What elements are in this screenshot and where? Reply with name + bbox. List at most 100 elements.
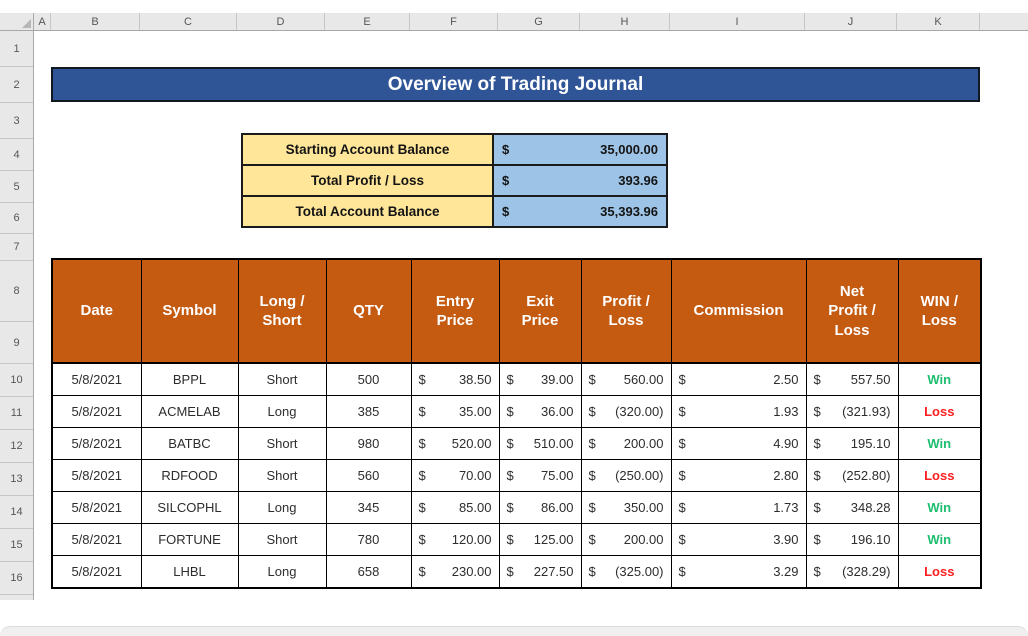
row-header-7[interactable]: 7 [0, 234, 33, 261]
cell-symbol[interactable]: BATBC [141, 428, 238, 460]
row-header-3[interactable]: 3 [0, 103, 33, 139]
row-header-16[interactable]: 16 [0, 562, 33, 595]
summary-label-cell[interactable]: Total Profit / Loss [243, 166, 494, 195]
cell-qty[interactable]: 500 [326, 363, 411, 396]
cell-profit-loss[interactable]: $200.00 [581, 524, 671, 556]
cell-result[interactable]: Win [898, 428, 981, 460]
cell-result[interactable]: Loss [898, 396, 981, 428]
cell-entry-price[interactable]: $230.00 [411, 556, 499, 589]
cell-exit-price[interactable]: $227.50 [499, 556, 581, 589]
cell-commission[interactable]: $3.90 [671, 524, 806, 556]
cell-commission[interactable]: $1.73 [671, 492, 806, 524]
cell-qty[interactable]: 980 [326, 428, 411, 460]
cell-net-profit-loss[interactable]: $557.50 [806, 363, 898, 396]
cell-profit-loss[interactable]: $350.00 [581, 492, 671, 524]
row-header-6[interactable]: 6 [0, 203, 33, 234]
cell-result[interactable]: Win [898, 492, 981, 524]
trades-header-cell[interactable]: Commission [671, 259, 806, 363]
cell-symbol[interactable]: SILCOPHL [141, 492, 238, 524]
cell-position[interactable]: Short [238, 428, 326, 460]
cell-commission[interactable]: $3.29 [671, 556, 806, 589]
summary-value-cell[interactable]: $35,000.00 [494, 135, 666, 164]
cell-position[interactable]: Long [238, 492, 326, 524]
cell-position[interactable]: Short [238, 460, 326, 492]
cell-commission[interactable]: $4.90 [671, 428, 806, 460]
row-header-2[interactable]: 2 [0, 67, 33, 103]
cell-net-profit-loss[interactable]: $(252.80) [806, 460, 898, 492]
cell-position[interactable]: Long [238, 556, 326, 589]
cell-net-profit-loss[interactable]: $196.10 [806, 524, 898, 556]
trades-header-cell[interactable]: Entry Price [411, 259, 499, 363]
trades-header-cell[interactable]: Exit Price [499, 259, 581, 363]
cell-date[interactable]: 5/8/2021 [52, 524, 141, 556]
cell-profit-loss[interactable]: $(320.00) [581, 396, 671, 428]
cell-exit-price[interactable]: $510.00 [499, 428, 581, 460]
row-header-13[interactable]: 13 [0, 463, 33, 496]
cell-exit-price[interactable]: $125.00 [499, 524, 581, 556]
cell-symbol[interactable]: BPPL [141, 363, 238, 396]
summary-label-cell[interactable]: Starting Account Balance [243, 135, 494, 164]
row-header-15[interactable]: 15 [0, 529, 33, 562]
cell-qty[interactable]: 385 [326, 396, 411, 428]
cell-entry-price[interactable]: $35.00 [411, 396, 499, 428]
cell-net-profit-loss[interactable]: $(321.93) [806, 396, 898, 428]
row-header-10[interactable]: 10 [0, 364, 33, 397]
cell-entry-price[interactable]: $85.00 [411, 492, 499, 524]
cell-exit-price[interactable]: $36.00 [499, 396, 581, 428]
cell-entry-price[interactable]: $520.00 [411, 428, 499, 460]
cell-entry-price[interactable]: $120.00 [411, 524, 499, 556]
cell-result[interactable]: Win [898, 524, 981, 556]
cell-symbol[interactable]: ACMELAB [141, 396, 238, 428]
cell-profit-loss[interactable]: $200.00 [581, 428, 671, 460]
title-banner[interactable]: Overview of Trading Journal [51, 67, 980, 102]
column-header-c[interactable]: C [140, 13, 237, 30]
cell-date[interactable]: 5/8/2021 [52, 556, 141, 589]
cell-qty[interactable]: 658 [326, 556, 411, 589]
trades-header-cell[interactable]: Date [52, 259, 141, 363]
trades-header-cell[interactable]: WIN / Loss [898, 259, 981, 363]
trades-header-cell[interactable]: Long / Short [238, 259, 326, 363]
row-header-9[interactable]: 9 [0, 322, 33, 364]
cell-date[interactable]: 5/8/2021 [52, 460, 141, 492]
trades-header-cell[interactable]: Symbol [141, 259, 238, 363]
trades-header-cell[interactable]: Profit / Loss [581, 259, 671, 363]
cell-date[interactable]: 5/8/2021 [52, 363, 141, 396]
column-header-b[interactable]: B [51, 13, 140, 30]
cell-profit-loss[interactable]: $(325.00) [581, 556, 671, 589]
cell-result[interactable]: Win [898, 363, 981, 396]
row-header-5[interactable]: 5 [0, 171, 33, 203]
column-header-j[interactable]: J [805, 13, 897, 30]
column-header-g[interactable]: G [498, 13, 580, 30]
cell-profit-loss[interactable]: $560.00 [581, 363, 671, 396]
cell-net-profit-loss[interactable]: $(328.29) [806, 556, 898, 589]
cell-profit-loss[interactable]: $(250.00) [581, 460, 671, 492]
summary-value-cell[interactable]: $35,393.96 [494, 197, 666, 226]
column-header-f[interactable]: F [410, 13, 498, 30]
cell-commission[interactable]: $2.50 [671, 363, 806, 396]
cell-qty[interactable]: 780 [326, 524, 411, 556]
cell-exit-price[interactable]: $75.00 [499, 460, 581, 492]
cell-result[interactable]: Loss [898, 460, 981, 492]
summary-label-cell[interactable]: Total Account Balance [243, 197, 494, 226]
cell-date[interactable]: 5/8/2021 [52, 428, 141, 460]
cell-date[interactable]: 5/8/2021 [52, 492, 141, 524]
row-header-4[interactable]: 4 [0, 139, 33, 171]
cell-exit-price[interactable]: $39.00 [499, 363, 581, 396]
cell-commission[interactable]: $2.80 [671, 460, 806, 492]
column-header-e[interactable]: E [325, 13, 410, 30]
column-header-h[interactable]: H [580, 13, 670, 30]
trades-header-cell[interactable]: QTY [326, 259, 411, 363]
row-header-14[interactable]: 14 [0, 496, 33, 529]
cell-entry-price[interactable]: $70.00 [411, 460, 499, 492]
cell-position[interactable]: Short [238, 524, 326, 556]
cell-position[interactable]: Long [238, 396, 326, 428]
cell-position[interactable]: Short [238, 363, 326, 396]
column-header-k[interactable]: K [897, 13, 980, 30]
row-header-11[interactable]: 11 [0, 397, 33, 430]
cell-entry-price[interactable]: $38.50 [411, 363, 499, 396]
cell-result[interactable]: Loss [898, 556, 981, 589]
cell-qty[interactable]: 345 [326, 492, 411, 524]
summary-value-cell[interactable]: $393.96 [494, 166, 666, 195]
row-header-1[interactable]: 1 [0, 31, 33, 67]
row-header-12[interactable]: 12 [0, 430, 33, 463]
